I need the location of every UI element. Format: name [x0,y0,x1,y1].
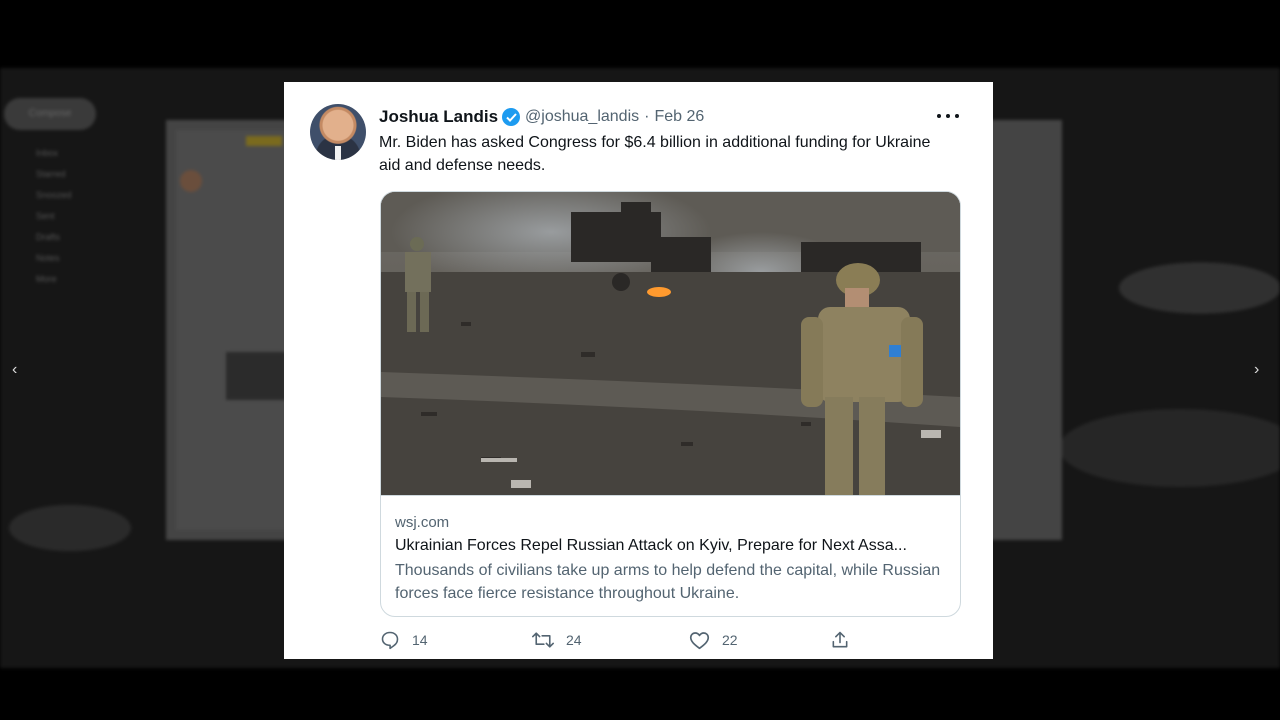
next-arrow-icon[interactable]: › [1254,362,1259,378]
link-title: Ukrainian Forces Repel Russian Attack on… [395,537,907,554]
sidebar-item: Notes [36,253,60,263]
retweet-icon [532,632,554,648]
more-options-icon[interactable] [937,108,959,124]
tweet-text: Mr. Biden has asked Congress for $6.4 bi… [379,134,931,174]
tweet-header: Joshua Landis @joshua_landis · Feb 26 [379,106,704,128]
link-domain: wsj.com [395,514,450,531]
sidebar-item: Starred [36,169,66,179]
avatar[interactable] [310,104,366,160]
like-button[interactable]: 22 [689,627,738,653]
link-info[interactable]: wsj.com Ukrainian Forces Repel Russian A… [381,495,960,616]
reply-count: 14 [412,632,428,648]
author-handle[interactable]: @joshua_landis [525,108,639,126]
reply-button[interactable]: 14 [380,627,428,653]
reply-icon [381,631,399,650]
share-icon [832,631,848,648]
verified-badge-icon [502,108,521,126]
tweet-card: Joshua Landis @joshua_landis · Feb 26 Mr… [284,82,993,659]
sidebar-item: More [36,274,57,284]
sidebar-item: Inbox [36,148,59,158]
share-button[interactable] [830,627,850,653]
link-card[interactable]: wsj.com Ukrainian Forces Repel Russian A… [380,191,961,617]
link-description: Thousands of civilians take up arms to h… [395,562,941,602]
article-photo [381,192,960,495]
tweet-actions: 14 24 22 [380,627,880,653]
heart-icon [689,632,710,650]
author-name[interactable]: Joshua Landis [379,107,498,127]
like-count: 22 [722,632,738,648]
compose-button: Compose [4,98,96,130]
sidebar-item: Sent [36,211,55,221]
retweet-count: 24 [566,632,582,648]
sidebar-item: Snoozed [36,190,72,200]
tweet-date[interactable]: Feb 26 [654,108,704,126]
previous-arrow-icon[interactable]: ‹ [12,362,17,378]
retweet-button[interactable]: 24 [532,627,582,653]
sidebar-item: Drafts [36,232,61,242]
separator-dot: · [644,108,650,125]
